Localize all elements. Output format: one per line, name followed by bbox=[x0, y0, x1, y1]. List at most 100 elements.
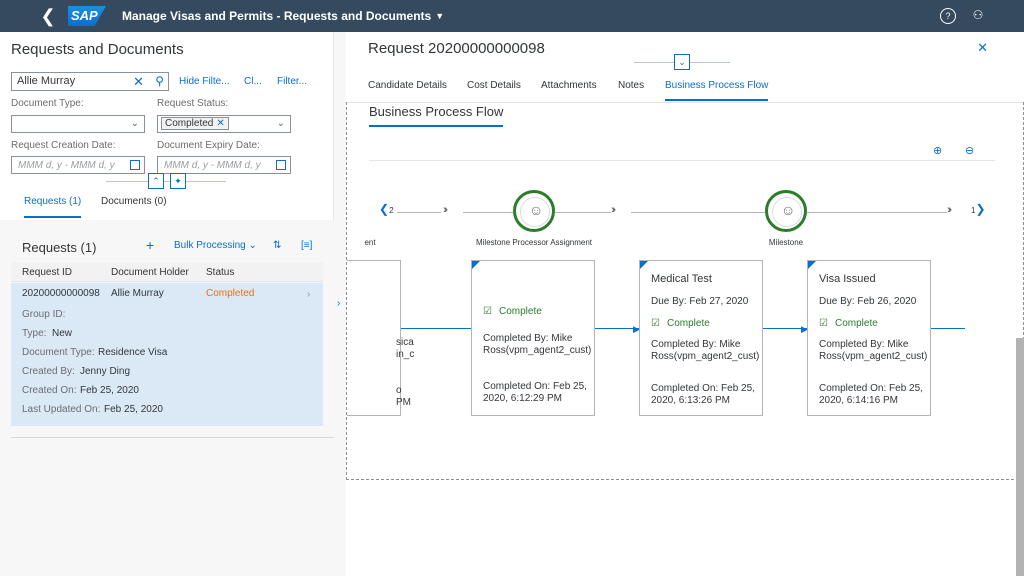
help-icon[interactable]: ? bbox=[940, 8, 956, 24]
app-title[interactable]: Manage Visas and Permits - Requests and … bbox=[122, 9, 431, 23]
calendar-icon[interactable] bbox=[276, 160, 286, 170]
tab-notes[interactable]: Notes bbox=[618, 80, 644, 91]
sort-icon[interactable]: ⇅ bbox=[273, 240, 281, 251]
zoom-out-icon[interactable]: ⊖ bbox=[965, 144, 974, 157]
card-completed-by: Completed By: Mike Ross(vpm_agent2_cust) bbox=[651, 339, 760, 362]
card-completed-on: Completed On: Feb 25, 2020, 6:13:26 PM bbox=[651, 383, 755, 406]
connector-line bbox=[401, 328, 471, 329]
card-completed-by: Completed By: Mike Ross(vpm_agent2_cust) bbox=[819, 339, 928, 362]
search-icon[interactable]: ⚲ bbox=[155, 74, 164, 88]
back-icon[interactable]: ❮ bbox=[36, 6, 60, 27]
card-completed-on: Completed On: Feb 25, 2020, 6:12:29 PM bbox=[483, 381, 587, 404]
detail-value: New bbox=[52, 328, 73, 339]
tab-business-process-flow[interactable]: Business Process Flow bbox=[665, 80, 769, 101]
shell-bar: ❮ SAP Manage Visas and Permits - Request… bbox=[0, 0, 1024, 32]
card-completed-on: Completed On: Feb 25, 2020, 6:14:16 PM bbox=[819, 383, 923, 406]
search-input[interactable]: Allie Murray ✕ ⚲ bbox=[11, 72, 169, 91]
chevron-arrows-icon: ››› bbox=[611, 204, 616, 216]
card-completed-by: Completed By: Mike Ross(vpm_agent2_cust) bbox=[483, 333, 592, 356]
detail-key: Document Type: bbox=[22, 347, 95, 358]
divider bbox=[11, 437, 334, 438]
col-status[interactable]: Status bbox=[206, 267, 234, 278]
detail-key: Last Updated On: bbox=[22, 404, 101, 415]
detail-value: Feb 25, 2020 bbox=[80, 385, 139, 396]
milestone-node[interactable]: ☺ bbox=[513, 190, 555, 232]
bulk-processing-button[interactable]: Bulk Processing ⌄ bbox=[174, 240, 257, 251]
status-token[interactable]: Completed ✕ bbox=[161, 117, 229, 130]
tab-documents[interactable]: Documents (0) bbox=[101, 196, 167, 207]
detail-key: Group ID: bbox=[22, 309, 66, 320]
col-document-holder[interactable]: Document Holder bbox=[111, 267, 189, 278]
sap-logo[interactable]: SAP bbox=[68, 6, 106, 26]
chevron-arrows-icon: ››› bbox=[947, 204, 952, 216]
table-row[interactable]: 20200000000098 Allie Murray Completed › … bbox=[11, 283, 323, 426]
add-icon[interactable]: + bbox=[146, 237, 154, 253]
tab-attachments[interactable]: Attachments bbox=[541, 80, 597, 91]
close-icon[interactable]: ✕ bbox=[977, 40, 988, 56]
detail-value: Residence Visa bbox=[98, 347, 168, 358]
clear-link[interactable]: Cl... bbox=[244, 76, 262, 87]
tab-requests[interactable]: Requests (1) bbox=[24, 196, 82, 218]
tab-cost-details[interactable]: Cost Details bbox=[467, 80, 521, 91]
process-flow-section: Business Process Flow ⊕ ⊖ ❮2 1❯ ››› ☺ ››… bbox=[346, 102, 1024, 480]
left-pane: Requests and Documents Allie Murray ✕ ⚲ … bbox=[0, 32, 334, 576]
chevron-right-icon[interactable]: › bbox=[307, 289, 310, 300]
req-status-select[interactable]: Completed ✕ ⌄ bbox=[157, 115, 291, 133]
process-card[interactable]: Visa Issued Due By: Feb 26, 2020 ☑ Compl… bbox=[807, 260, 931, 416]
pin-icon[interactable]: ✦ bbox=[170, 173, 186, 189]
tab-candidate-details[interactable]: Candidate Details bbox=[368, 80, 447, 91]
process-card[interactable]: ☑ Complete Completed By: Mike Ross(vpm_a… bbox=[471, 260, 595, 416]
remove-token-icon[interactable]: ✕ bbox=[216, 118, 224, 129]
req-status-label: Request Status: bbox=[157, 98, 229, 109]
process-card[interactable]: Medical Test Due By: Feb 27, 2020 ☑ Comp… bbox=[639, 260, 763, 416]
doc-type-select[interactable]: ⌄ bbox=[11, 115, 145, 133]
collapse-header-button[interactable]: ⌄ bbox=[674, 54, 690, 70]
card-corner bbox=[808, 261, 816, 269]
row-holder: Allie Murray bbox=[111, 288, 164, 299]
chevron-right-icon[interactable]: › bbox=[337, 298, 340, 309]
zoom-in-icon[interactable]: ⊕ bbox=[933, 144, 942, 157]
calendar-icon[interactable] bbox=[130, 160, 140, 170]
collapse-header-button[interactable]: ⌃ bbox=[148, 173, 164, 189]
scrollbar[interactable] bbox=[1016, 338, 1024, 576]
pane-splitter[interactable]: › bbox=[334, 32, 346, 576]
card-corner bbox=[640, 261, 648, 269]
req-created-label: Request Creation Date: bbox=[11, 140, 116, 151]
section-title: Business Process Flow bbox=[369, 104, 504, 127]
hide-filters-link[interactable]: Hide Filte... bbox=[179, 76, 230, 87]
doc-expiry-input[interactable]: MMM d, y - MMM d, y bbox=[157, 156, 291, 174]
user-icon[interactable]: ⚇ bbox=[970, 8, 986, 24]
process-card[interactable]: sica in_c o PM bbox=[347, 260, 414, 416]
group-icon[interactable]: [≡] bbox=[301, 240, 312, 251]
doc-expiry-label: Document Expiry Date: bbox=[157, 140, 260, 151]
card-status: Complete bbox=[499, 306, 542, 317]
detail-key: Created By: bbox=[22, 366, 75, 377]
row-request-id: 20200000000098 bbox=[22, 288, 100, 299]
scroll-left-button[interactable]: ❮2 bbox=[379, 202, 394, 216]
lane-line bbox=[555, 212, 611, 213]
date-placeholder: MMM d, y - MMM d, y bbox=[18, 160, 115, 171]
filters-link[interactable]: Filter... bbox=[277, 76, 307, 87]
clear-icon[interactable]: ✕ bbox=[133, 74, 144, 90]
token-label: Completed bbox=[165, 118, 214, 129]
card-due: Due By: Feb 26, 2020 bbox=[819, 296, 917, 307]
lane-line bbox=[397, 212, 441, 213]
chevron-down-icon[interactable]: ▼ bbox=[435, 11, 444, 21]
detail-key: Created On: bbox=[22, 385, 77, 396]
milestone-label: ent bbox=[364, 238, 376, 247]
checkbox-icon: ☑ bbox=[819, 318, 828, 329]
card-title: Visa Issued bbox=[819, 273, 876, 285]
request-title: Request 20200000000098 bbox=[368, 40, 545, 57]
header-divider bbox=[106, 181, 226, 182]
detail-value: Jenny Ding bbox=[80, 366, 131, 377]
scroll-right-button[interactable]: 1❯ bbox=[971, 202, 986, 216]
table-header: Request ID Document Holder Status bbox=[11, 262, 323, 282]
milestone-node[interactable]: ☺ bbox=[765, 190, 807, 232]
doc-type-label: Document Type: bbox=[11, 98, 84, 109]
card-text: PM bbox=[396, 397, 411, 408]
card-corner bbox=[472, 261, 480, 269]
milestone-label: Milestone Processor Assignment bbox=[475, 238, 593, 247]
req-created-input[interactable]: MMM d, y - MMM d, y bbox=[11, 156, 145, 174]
col-request-id[interactable]: Request ID bbox=[22, 267, 72, 278]
lane-line bbox=[631, 212, 765, 213]
